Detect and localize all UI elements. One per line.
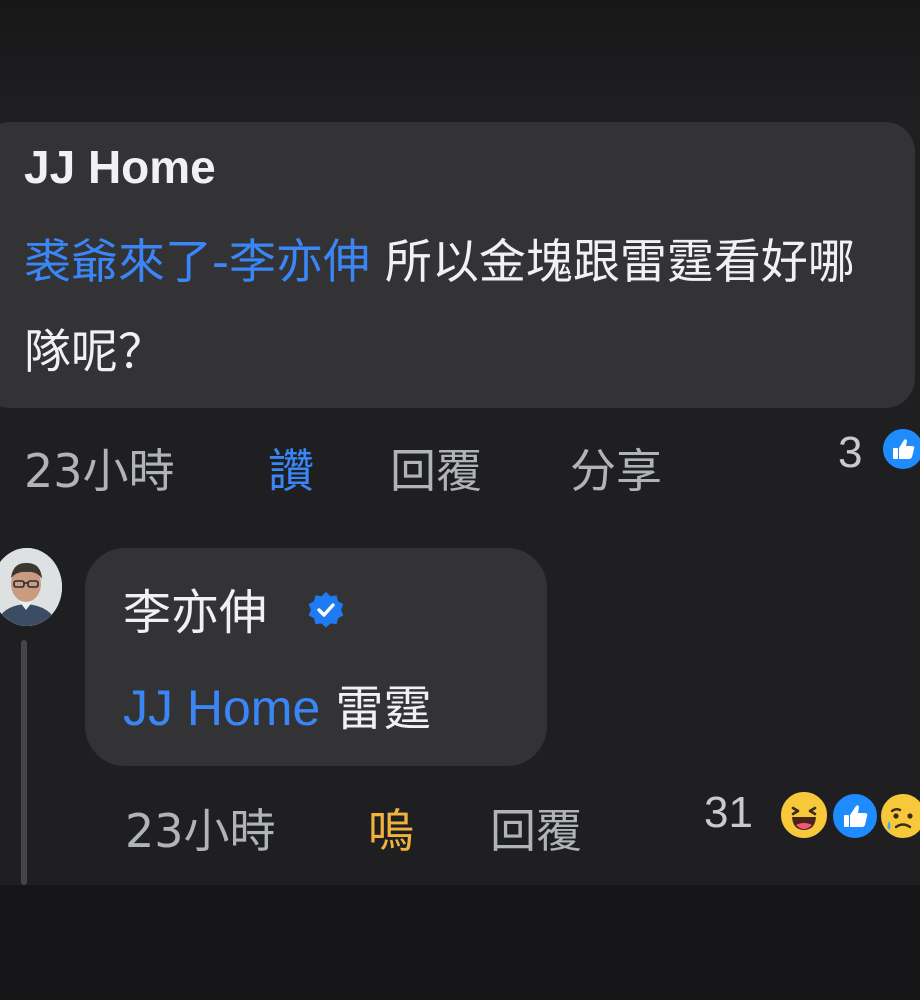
avatar[interactable] <box>0 548 62 626</box>
like-icon <box>830 791 880 841</box>
like-button[interactable]: 讚 <box>268 441 314 501</box>
reply-actions: 23小時 嗚 回覆 <box>125 801 685 861</box>
reply-text: 雷霆 <box>320 681 432 737</box>
sad-reaction-button[interactable]: 嗚 <box>368 801 414 861</box>
like-icon <box>880 426 920 472</box>
reply-time[interactable]: 23小時 <box>125 801 276 861</box>
thread-line <box>21 640 27 885</box>
reply-button[interactable]: 回覆 <box>390 441 482 501</box>
top-fade <box>0 0 920 130</box>
share-button[interactable]: 分享 <box>570 441 662 501</box>
reply-mention[interactable]: JJ Home <box>123 680 320 736</box>
comment-reaction-count[interactable]: 3 <box>838 428 862 478</box>
sad-icon <box>878 791 920 841</box>
reply-body: JJ Home 雷霆 <box>123 678 432 739</box>
reply-reply-button[interactable]: 回覆 <box>490 801 582 861</box>
comment-mention[interactable]: 裘爺來了-李亦伸 <box>24 235 370 290</box>
reply-author[interactable]: 李亦伸 <box>123 583 267 643</box>
comment-body: 裘爺來了-李亦伸 所以金塊跟雷霆看好哪隊呢？ <box>24 218 884 398</box>
haha-icon <box>778 789 830 841</box>
verified-badge-icon <box>306 590 346 630</box>
bottom-band <box>0 885 920 1000</box>
comment-actions: 23小時 讚 回覆 分享 <box>24 441 724 501</box>
comment-author[interactable]: JJ Home <box>24 137 216 197</box>
comment-time[interactable]: 23小時 <box>24 441 175 501</box>
reply-reaction-count[interactable]: 31 <box>704 788 753 838</box>
